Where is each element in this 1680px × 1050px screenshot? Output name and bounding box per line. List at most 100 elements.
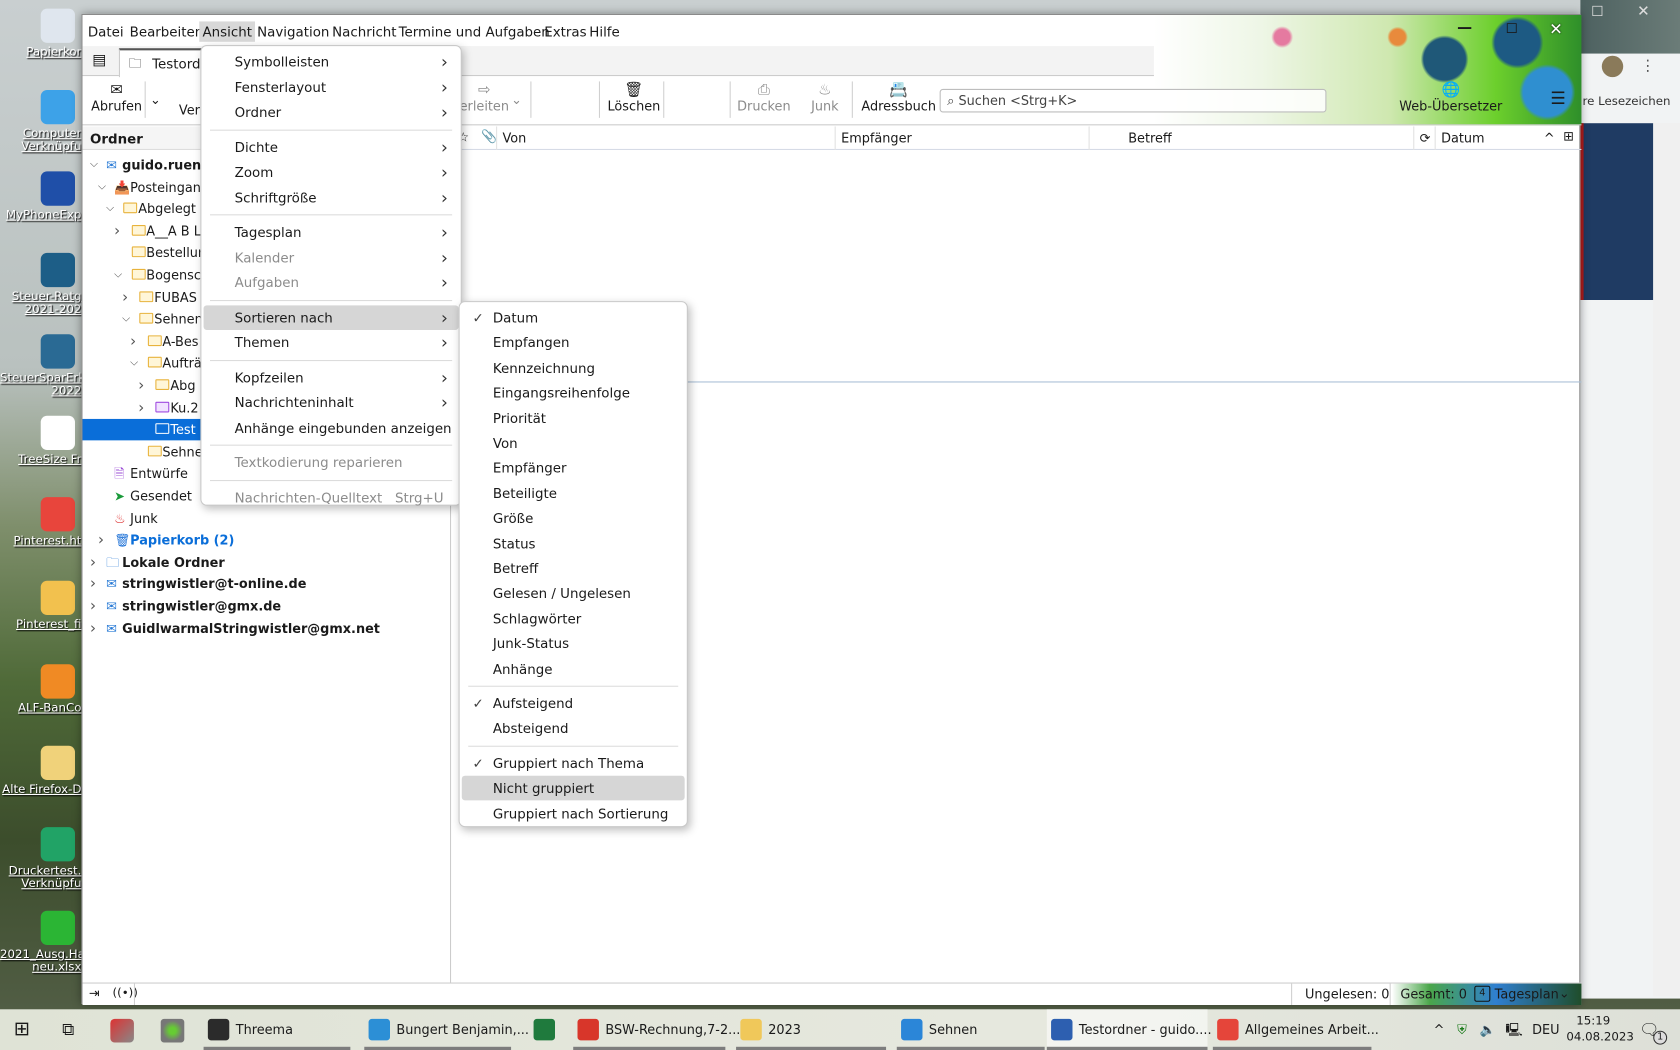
menu-item-gruppiert-nach-thema[interactable]: ✓ Gruppiert nach Thema	[462, 751, 685, 776]
menu-item-symbolleisten[interactable]: Symbolleisten ›	[204, 49, 459, 74]
menu-item-status[interactable]: Status	[462, 531, 685, 556]
desktop-icon[interactable]: Papierkor	[0, 8, 81, 59]
menu-item-nachrichteninhalt[interactable]: Nachrichteninhalt ›	[204, 390, 459, 415]
menu-item-empfangen[interactable]: Empfangen	[462, 330, 685, 355]
tray-overflow-icon[interactable]: ^	[1434, 1009, 1445, 1050]
menubar-item-hilfe[interactable]: Hilfe	[586, 21, 623, 41]
menu-item-empfänger[interactable]: Empfänger	[462, 456, 685, 481]
menu-item-nachrichten-quelltext[interactable]: Nachrichten-Quelltext Strg+U	[204, 485, 459, 510]
menu-item-anhänge[interactable]: Anhänge	[462, 656, 685, 681]
desktop-icon[interactable]: Computer Verknüpfu	[0, 90, 81, 153]
chevron-down-icon[interactable]: ⌵	[90, 154, 101, 175]
folder-item[interactable]: ♨ Junk	[83, 507, 451, 528]
profile-avatar[interactable]	[1601, 55, 1624, 78]
menu-item-junk-status[interactable]: Junk-Status	[462, 631, 685, 656]
folder-item[interactable]: › 🗀 Lokale Ordner	[83, 552, 451, 573]
menu-item-zoom[interactable]: Zoom ›	[204, 160, 459, 185]
task-view-icon[interactable]: ⧉	[62, 1019, 74, 1040]
folder-item[interactable]: › 🗑 Papierkorb (2)	[83, 529, 451, 550]
forward-button[interactable]: ⇨ erleiten	[460, 81, 509, 113]
menu-item-schriftgröße[interactable]: Schriftgröße ›	[204, 185, 459, 210]
menu-item-absteigend[interactable]: Absteigend	[462, 716, 685, 741]
desktop-icon[interactable]: Steuer-Ratg 2021-202	[0, 252, 81, 316]
chevron-right-icon[interactable]: ›	[90, 552, 101, 573]
taskbar-app[interactable]: Sehnen	[896, 1009, 1045, 1050]
taskbar-app[interactable]: Allgemeines Arbeit...	[1212, 1009, 1379, 1050]
chevron-down-icon[interactable]: ⌄	[1559, 986, 1570, 1001]
desktop-icon[interactable]: Alte Firefox-D	[0, 745, 81, 796]
background-browser-window[interactable]: ☐ ✕ ⋮ re Lesezeichen	[1580, 0, 1680, 999]
junk-button[interactable]: ♨ Junk	[811, 81, 839, 113]
chevron-right-icon[interactable]: ›	[138, 397, 149, 418]
taskbar-app[interactable]: Testordner - guido....	[1046, 1009, 1212, 1050]
chevron-down-icon[interactable]: ⌵	[122, 309, 133, 330]
pinned-app-icon[interactable]	[110, 1018, 134, 1043]
folder-item[interactable]: › ✉ GuidlwarmalStringwistler@gmx.net	[83, 618, 451, 639]
volume-icon[interactable]: 🔈	[1480, 1009, 1496, 1050]
chevron-right-icon[interactable]: ›	[114, 220, 125, 241]
menu-item-themen[interactable]: Themen ›	[204, 330, 459, 355]
menu-item-datum[interactable]: ✓ Datum	[462, 305, 685, 330]
menu-item-größe[interactable]: Größe	[462, 506, 685, 531]
taskbar-app[interactable]	[529, 1009, 565, 1050]
menu-item-aufgaben[interactable]: Aufgaben ›	[204, 270, 459, 295]
chevron-down-icon[interactable]: ⌵	[130, 353, 141, 374]
desktop-icon[interactable]: ALF-BanCo	[0, 664, 81, 714]
chevron-right-icon[interactable]: ›	[98, 529, 109, 550]
attachment-column-icon[interactable]: 📎	[481, 129, 497, 144]
menu-item-nicht-gruppiert[interactable]: Nicht gruppiert	[461, 775, 685, 801]
taskbar-app[interactable]: BSW-Rechnung,7-2...	[573, 1009, 740, 1050]
column-datum[interactable]: Datum ^	[1434, 126, 1561, 151]
collapse-pane-icon[interactable]: ⇥	[89, 986, 100, 1001]
chevron-down-icon[interactable]: ⌵	[98, 176, 109, 197]
bookmarks-label[interactable]: re Lesezeichen	[1583, 94, 1671, 108]
browser-scrollbar[interactable]	[1653, 123, 1680, 997]
chevron-down-icon[interactable]: ⌄	[511, 92, 522, 107]
menubar-item-bearbeiten[interactable]: Bearbeiten	[126, 21, 206, 41]
taskbar-app[interactable]: Threema	[203, 1009, 351, 1050]
security-shield-icon[interactable]: ⛨	[1457, 1009, 1467, 1050]
desktop-icon[interactable]: Pinterest.ht	[0, 497, 81, 547]
chevron-right-icon[interactable]: ›	[138, 375, 149, 396]
folder-item[interactable]: › ✉ stringwistler@t-online.de	[83, 574, 451, 595]
menu-item-kalender[interactable]: Kalender ›	[204, 245, 459, 270]
get-messages-button[interactable]: ✉ Abrufen	[91, 81, 142, 113]
address-book-button[interactable]: 📇 Adressbuch	[861, 81, 936, 113]
menu-item-kennzeichnung[interactable]: Kennzeichnung	[462, 355, 685, 380]
chevron-right-icon[interactable]: ›	[130, 331, 141, 352]
today-pane-toggle[interactable]: Tagesplan	[1495, 987, 1559, 1002]
menubar-item-termine-und-aufgaben[interactable]: Termine und Aufgaben	[395, 21, 553, 41]
write-button[interactable]: Ver	[179, 103, 200, 118]
network-icon[interactable]: 🖳	[1505, 1009, 1522, 1050]
menubar-item-datei[interactable]: Datei	[85, 21, 127, 41]
minimize-icon[interactable]: —	[1457, 19, 1472, 36]
menu-item-tagesplan[interactable]: Tagesplan ›	[204, 220, 459, 245]
close-icon[interactable]: ✕	[1549, 19, 1562, 38]
chevron-right-icon[interactable]: ›	[90, 618, 101, 639]
chevron-right-icon[interactable]: ›	[90, 596, 101, 617]
desktop-icon[interactable]: 2021_Ausg.Har neu.xlsx	[0, 910, 90, 974]
menu-item-eingangsreihenfolge[interactable]: Eingangsreihenfolge	[462, 381, 685, 406]
menubar-item-ansicht[interactable]: Ansicht	[199, 21, 256, 42]
maximize-icon[interactable]: ☐	[1591, 4, 1603, 20]
desktop-icon[interactable]: SteuerSparErkl 2022	[0, 334, 88, 397]
input-language[interactable]: DEU	[1532, 1009, 1559, 1050]
chevron-down-icon[interactable]: ⌵	[114, 265, 125, 286]
column-thread-icon[interactable]: ⟳	[1413, 126, 1434, 151]
menu-item-fensterlayout[interactable]: Fensterlayout ›	[204, 74, 459, 99]
menu-item-priorität[interactable]: Priorität	[462, 406, 685, 431]
menu-item-schlagwörter[interactable]: Schlagwörter	[462, 606, 685, 631]
search-input[interactable]: ⌕ Suchen <Strg+K>	[939, 88, 1327, 113]
web-translator-button[interactable]: 🌐 Web-Übersetzer	[1399, 81, 1502, 113]
chevron-down-icon[interactable]: ⌄	[150, 92, 161, 107]
desktop-icon[interactable]: Pinterest_fi	[0, 580, 81, 631]
chevron-down-icon[interactable]: ⌵	[106, 198, 117, 219]
menubar-item-navigation[interactable]: Navigation	[254, 21, 333, 41]
column-von[interactable]: Von	[496, 126, 835, 151]
taskbar-app[interactable]: 2023	[736, 1009, 887, 1050]
menu-item-aufsteigend[interactable]: ✓ Aufsteigend	[462, 691, 685, 716]
menu-item-gelesen-ungelesen[interactable]: Gelesen / Ungelesen	[462, 581, 685, 606]
menu-item-kopfzeilen[interactable]: Kopfzeilen ›	[204, 365, 459, 390]
menu-item-gruppiert-nach-sortierung[interactable]: Gruppiert nach Sortierung	[462, 801, 685, 826]
taskbar-app[interactable]: Bungert Benjamin,...	[364, 1009, 529, 1050]
